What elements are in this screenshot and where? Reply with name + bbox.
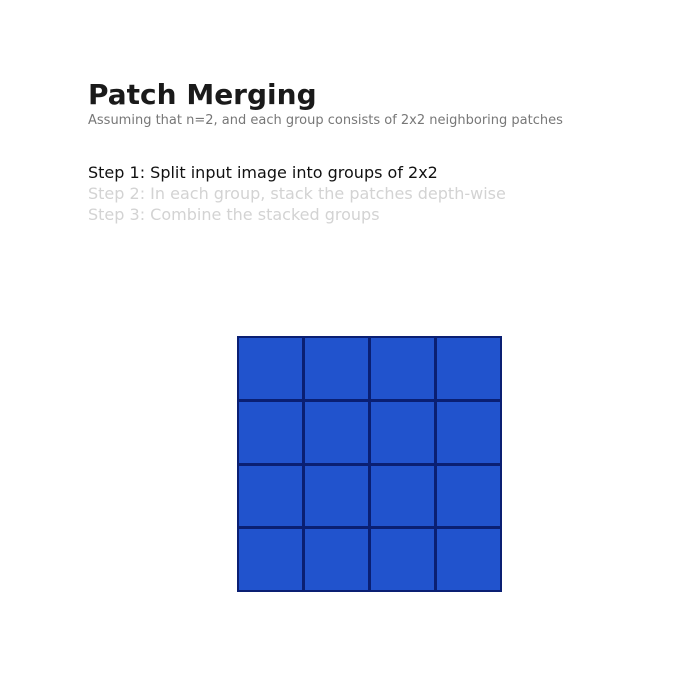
step-2: Step 2: In each group, stack the patches… xyxy=(88,184,506,203)
slide: Patch Merging Assuming that n=2, and eac… xyxy=(0,0,700,700)
steps-list: Step 1: Split input image into groups of… xyxy=(88,162,506,225)
page-title: Patch Merging xyxy=(88,78,317,111)
patch-r4-c2 xyxy=(305,529,368,590)
patch-r4-c4 xyxy=(437,529,500,590)
patch-r2-c3 xyxy=(371,401,434,463)
patch-r1-c2 xyxy=(305,338,368,399)
step-1: Step 1: Split input image into groups of… xyxy=(88,163,438,182)
step-3: Step 3: Combine the stacked groups xyxy=(88,205,380,224)
patch-r1-c4 xyxy=(437,338,500,399)
patch-r3-c3 xyxy=(371,465,434,527)
patch-r2-c2 xyxy=(305,401,368,463)
patch-r4-c1 xyxy=(239,529,302,590)
patch-r3-c2 xyxy=(305,465,368,527)
patch-grid xyxy=(237,336,502,592)
patch-r1-c1 xyxy=(239,338,302,399)
patch-r3-c4 xyxy=(437,465,500,527)
patch-r3-c1 xyxy=(239,465,302,527)
patch-r2-c4 xyxy=(437,401,500,463)
patch-r4-c3 xyxy=(371,529,434,590)
page-subtitle: Assuming that n=2, and each group consis… xyxy=(88,113,563,128)
patch-r1-c3 xyxy=(371,338,434,399)
patch-r2-c1 xyxy=(239,401,302,463)
